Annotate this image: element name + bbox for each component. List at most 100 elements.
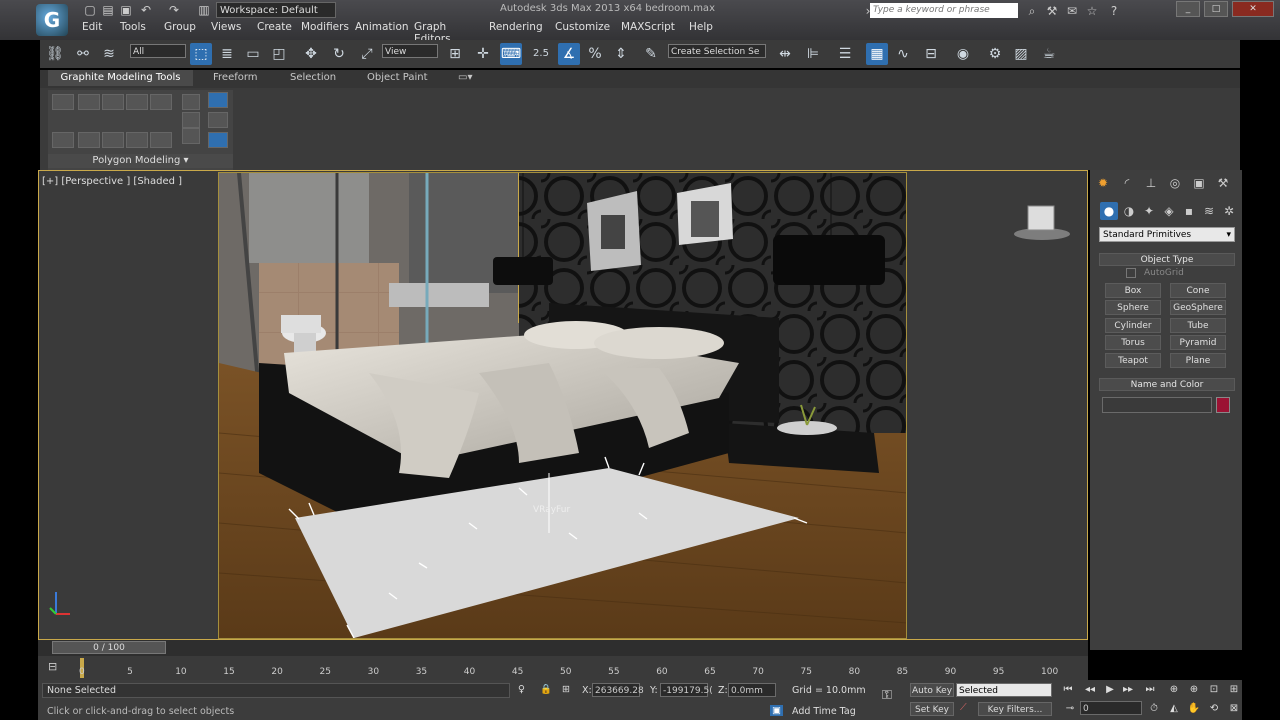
ribbon-tool-icon[interactable] — [52, 132, 74, 148]
viewport-render[interactable] — [218, 172, 907, 639]
menu-edit[interactable]: Edit — [82, 21, 102, 33]
name-and-color-rollout[interactable]: Name and Color — [1099, 378, 1235, 391]
menu-animation[interactable]: Animation — [355, 21, 409, 33]
motion-tab-icon[interactable]: ◎ — [1166, 174, 1184, 192]
select-manipulate-icon[interactable]: ✛ — [472, 43, 494, 65]
graphite-ribbon-icon[interactable]: ▦ — [866, 43, 888, 65]
hierarchy-tab-icon[interactable]: ⊥ — [1142, 174, 1160, 192]
rectangular-selection-icon[interactable]: ▭ — [242, 43, 264, 65]
menu-modifiers[interactable]: Modifiers — [301, 21, 349, 33]
auto-key-button[interactable]: Auto Key — [910, 683, 954, 697]
move-icon[interactable]: ✥ — [300, 43, 322, 65]
geometry-icon[interactable]: ● — [1100, 202, 1118, 220]
current-frame-field[interactable]: 0 — [1080, 701, 1142, 715]
subscription-icon[interactable]: ⚒ — [1044, 3, 1060, 19]
help-icon[interactable]: ? — [1106, 3, 1122, 19]
zoom-icon[interactable]: ⊕ — [1166, 683, 1182, 697]
go-to-end-icon[interactable]: ⏭ — [1142, 683, 1158, 697]
spinner-snap-icon[interactable]: ⇕ — [610, 43, 632, 65]
mirror-icon[interactable]: ⇹ — [774, 43, 796, 65]
teapot-button[interactable]: Teapot — [1105, 353, 1161, 368]
scale-icon[interactable]: ⤢ — [356, 43, 378, 65]
menu-create[interactable]: Create — [257, 21, 292, 33]
add-time-tag-button[interactable]: Add Time Tag — [792, 706, 856, 717]
tube-button[interactable]: Tube — [1170, 318, 1226, 333]
viewport-label[interactable]: [+] [Perspective ] [Shaded ] — [42, 176, 182, 187]
time-configuration-icon[interactable]: ⏱ — [1146, 702, 1162, 716]
ribbon-tool-icon[interactable] — [78, 132, 100, 148]
key-filters-button[interactable]: Key Filters... — [978, 702, 1052, 716]
category-dropdown[interactable]: Standard Primitives ▾ — [1099, 227, 1235, 242]
object-type-rollout[interactable]: Object Type — [1099, 253, 1235, 266]
object-name-input[interactable] — [1102, 397, 1212, 413]
x-coordinate-field[interactable]: 263669.28 — [592, 683, 644, 697]
modify-tab-icon[interactable]: ◜ — [1118, 174, 1136, 192]
next-frame-icon[interactable]: ▸▸ — [1120, 683, 1136, 697]
menu-views[interactable]: Views — [211, 21, 241, 33]
set-key-button[interactable]: Set Key — [910, 702, 954, 716]
ribbon-tool-icon[interactable] — [182, 94, 200, 110]
vrayfur-object-label[interactable]: VRayFur — [533, 505, 570, 515]
time-slider[interactable] — [38, 640, 1088, 656]
orbit-icon[interactable]: ⟲ — [1206, 702, 1222, 716]
select-object-icon[interactable]: ⬚ — [190, 43, 212, 65]
box-button[interactable]: Box — [1105, 283, 1161, 298]
absolute-mode-icon[interactable]: ⊞ — [562, 684, 570, 695]
ribbon-tool-icon[interactable] — [52, 94, 74, 110]
sphere-button[interactable]: Sphere — [1105, 300, 1161, 315]
menu-maxscript[interactable]: MAXScript — [621, 21, 675, 33]
key-mode-dropdown[interactable]: Selected — [956, 683, 1052, 697]
undo-icon[interactable]: ↶ — [138, 2, 154, 18]
selection-filter-dropdown[interactable]: All — [130, 44, 186, 58]
select-and-link-icon[interactable]: ⛓ — [44, 43, 66, 65]
close-button[interactable]: ✕ — [1232, 1, 1274, 17]
create-tab-icon[interactable]: ✹ — [1094, 174, 1112, 192]
ribbon-options-icon[interactable]: ▭▾ — [458, 72, 472, 83]
communication-icon[interactable]: ✉ — [1064, 3, 1080, 19]
pan-view-icon[interactable]: ✋ — [1186, 702, 1202, 716]
tab-freeform[interactable]: Freeform — [213, 72, 258, 83]
minimize-button[interactable]: _ — [1176, 1, 1200, 17]
project-folder-icon[interactable]: ▥ — [196, 2, 212, 18]
open-file-icon[interactable]: ▤ — [100, 2, 116, 18]
object-color-swatch[interactable] — [1216, 397, 1230, 413]
percent-snap-icon[interactable]: % — [584, 43, 606, 65]
isolate-icon[interactable]: ♀ — [518, 684, 525, 695]
zoom-extents-icon[interactable]: ⊡ — [1206, 683, 1222, 697]
ribbon-tool-icon[interactable] — [208, 112, 228, 128]
tab-selection[interactable]: Selection — [290, 72, 336, 83]
maximize-button[interactable]: □ — [1204, 1, 1228, 17]
tab-object-paint[interactable]: Object Paint — [367, 72, 428, 83]
material-editor-icon[interactable]: ◉ — [952, 43, 974, 65]
lights-icon[interactable]: ✦ — [1140, 202, 1158, 220]
ribbon-tool-icon[interactable] — [208, 92, 228, 108]
cylinder-button[interactable]: Cylinder — [1105, 318, 1161, 333]
viewcube-icon[interactable] — [1012, 202, 1072, 242]
search-input[interactable]: Type a keyword or phrase — [870, 3, 1018, 18]
mini-curve-editor-icon[interactable]: ⊟ — [48, 660, 64, 674]
angle-snap-icon[interactable]: ∡ — [558, 43, 580, 65]
go-to-start-icon[interactable]: ⏮ — [1060, 683, 1076, 697]
layer-manager-icon[interactable]: ☰ — [834, 43, 856, 65]
tab-graphite-modeling-tools[interactable]: Graphite Modeling Tools — [48, 70, 193, 86]
schematic-view-icon[interactable]: ⊟ — [920, 43, 942, 65]
ribbon-tool-icon[interactable] — [102, 132, 124, 148]
new-file-icon[interactable]: ▢ — [82, 2, 98, 18]
ribbon-tool-icon[interactable] — [150, 132, 172, 148]
edit-named-selection-icon[interactable]: ✎ — [640, 43, 662, 65]
curve-editor-icon[interactable]: ∿ — [892, 43, 914, 65]
menu-group[interactable]: Group — [164, 21, 196, 33]
polygon-modeling-dropdown[interactable]: Polygon Modeling ▾ — [48, 154, 233, 168]
geosphere-button[interactable]: GeoSphere — [1170, 300, 1226, 315]
redo-icon[interactable]: ↷ — [166, 2, 182, 18]
select-by-name-icon[interactable]: ≣ — [216, 43, 238, 65]
ribbon-tool-icon[interactable] — [78, 94, 100, 110]
window-crossing-icon[interactable]: ◰ — [268, 43, 290, 65]
snaps-toggle-icon[interactable]: 2.5 — [530, 43, 552, 65]
render-production-icon[interactable]: ☕ — [1038, 43, 1060, 65]
align-icon[interactable]: ⊫ — [802, 43, 824, 65]
menu-customize[interactable]: Customize — [555, 21, 610, 33]
ribbon-tool-icon[interactable] — [102, 94, 124, 110]
field-of-view-icon[interactable]: ◭ — [1166, 702, 1182, 716]
ribbon-tool-icon[interactable] — [182, 112, 200, 128]
